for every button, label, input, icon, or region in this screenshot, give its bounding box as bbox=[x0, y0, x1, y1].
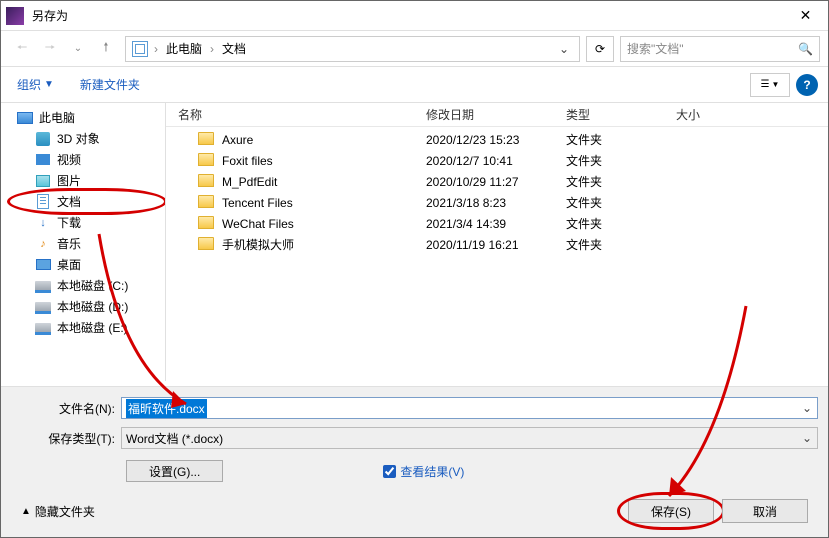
crumb-documents[interactable]: 文档 bbox=[220, 40, 248, 57]
file-row[interactable]: Axure2020/12/23 15:23文件夹 bbox=[166, 129, 828, 150]
file-row[interactable]: 手机模拟大师2020/11/19 16:21文件夹 bbox=[166, 234, 828, 255]
col-type[interactable]: 类型 bbox=[566, 106, 676, 123]
filename-dropdown-icon[interactable]: ⌄ bbox=[799, 400, 815, 416]
file-row[interactable]: M_PdfEdit2020/10/29 11:27文件夹 bbox=[166, 171, 828, 192]
chevron-down-icon: ▼ bbox=[44, 79, 54, 90]
view-options-button[interactable]: ☰▼ bbox=[750, 73, 790, 97]
file-name: 手机模拟大师 bbox=[222, 236, 426, 253]
back-button[interactable]: 🠔 bbox=[9, 36, 35, 62]
search-placeholder: 搜索"文档" bbox=[627, 40, 684, 57]
search-icon: 🔍 bbox=[798, 42, 813, 56]
col-name[interactable]: 名称 bbox=[178, 106, 426, 123]
hide-folders-toggle[interactable]: ▲ 隐藏文件夹 bbox=[21, 503, 95, 520]
column-headers: 名称 修改日期 类型 大小 bbox=[166, 103, 828, 127]
file-row[interactable]: Tencent Files2021/3/18 8:23文件夹 bbox=[166, 192, 828, 213]
chevron-up-icon: ▲ bbox=[21, 506, 31, 517]
title-bar: 另存为 ✕ bbox=[1, 1, 828, 31]
chevron-right-icon: › bbox=[206, 42, 218, 56]
file-type: 文件夹 bbox=[566, 236, 676, 253]
col-date[interactable]: 修改日期 bbox=[426, 106, 566, 123]
tree-videos[interactable]: 视频 bbox=[1, 149, 165, 170]
folder-icon bbox=[198, 153, 214, 166]
address-dropdown-icon[interactable]: ⌄ bbox=[555, 42, 573, 56]
refresh-button[interactable]: ⟳ bbox=[586, 36, 614, 62]
filetype-label: 保存类型(T): bbox=[11, 430, 121, 447]
file-type: 文件夹 bbox=[566, 194, 676, 211]
app-icon bbox=[6, 7, 24, 25]
crumb-this-pc[interactable]: 此电脑 bbox=[164, 40, 204, 57]
chevron-right-icon: › bbox=[150, 42, 162, 56]
folder-icon bbox=[198, 174, 214, 187]
folder-icon bbox=[198, 195, 214, 208]
tree-this-pc[interactable]: 此电脑 bbox=[1, 107, 165, 128]
nav-bar: 🠔 🠖 ⌄ 🠕 › 此电脑 › 文档 ⌄ ⟳ 搜索"文档" 🔍 bbox=[1, 31, 828, 67]
file-date: 2020/10/29 11:27 bbox=[426, 175, 566, 189]
address-bar[interactable]: › 此电脑 › 文档 ⌄ bbox=[125, 36, 580, 62]
file-name: Axure bbox=[222, 133, 426, 147]
file-name: Foxit files bbox=[222, 154, 426, 168]
annotation-arrow-2 bbox=[621, 301, 771, 511]
file-name: WeChat Files bbox=[222, 217, 426, 231]
folder-icon bbox=[198, 132, 214, 145]
up-button[interactable]: 🠕 bbox=[93, 36, 119, 62]
file-type: 文件夹 bbox=[566, 173, 676, 190]
file-row[interactable]: Foxit files2020/12/7 10:41文件夹 bbox=[166, 150, 828, 171]
file-type: 文件夹 bbox=[566, 131, 676, 148]
file-date: 2020/12/23 15:23 bbox=[426, 133, 566, 147]
settings-button[interactable]: 设置(G)... bbox=[126, 460, 223, 482]
file-row[interactable]: WeChat Files2021/3/4 14:39文件夹 bbox=[166, 213, 828, 234]
tree-3d-objects[interactable]: 3D 对象 bbox=[1, 128, 165, 149]
file-name: M_PdfEdit bbox=[222, 175, 426, 189]
tree-documents[interactable]: 文档 bbox=[1, 191, 165, 212]
file-type: 文件夹 bbox=[566, 215, 676, 232]
view-result-checkbox[interactable]: 查看结果(V) bbox=[383, 463, 464, 480]
col-size[interactable]: 大小 bbox=[676, 106, 828, 123]
forward-button[interactable]: 🠖 bbox=[37, 36, 63, 62]
close-button[interactable]: ✕ bbox=[783, 1, 828, 31]
recent-dropdown[interactable]: ⌄ bbox=[65, 36, 91, 62]
annotation-arrow-1 bbox=[91, 226, 221, 416]
help-button[interactable]: ? bbox=[796, 74, 818, 96]
file-type: 文件夹 bbox=[566, 152, 676, 169]
filetype-dropdown-icon[interactable]: ⌄ bbox=[799, 430, 815, 446]
new-folder-button[interactable]: 新建文件夹 bbox=[74, 72, 146, 97]
window-title: 另存为 bbox=[32, 7, 783, 24]
file-date: 2021/3/18 8:23 bbox=[426, 196, 566, 210]
search-input[interactable]: 搜索"文档" 🔍 bbox=[620, 36, 820, 62]
file-date: 2021/3/4 14:39 bbox=[426, 217, 566, 231]
file-name: Tencent Files bbox=[222, 196, 426, 210]
location-icon bbox=[132, 41, 148, 57]
organize-button[interactable]: 组织▼ bbox=[11, 72, 60, 97]
view-result-input[interactable] bbox=[383, 465, 396, 478]
tree-pictures[interactable]: 图片 bbox=[1, 170, 165, 191]
file-date: 2020/12/7 10:41 bbox=[426, 154, 566, 168]
file-list: Axure2020/12/23 15:23文件夹Foxit files2020/… bbox=[166, 127, 828, 255]
file-date: 2020/11/19 16:21 bbox=[426, 238, 566, 252]
toolbar: 组织▼ 新建文件夹 ☰▼ ? bbox=[1, 67, 828, 103]
